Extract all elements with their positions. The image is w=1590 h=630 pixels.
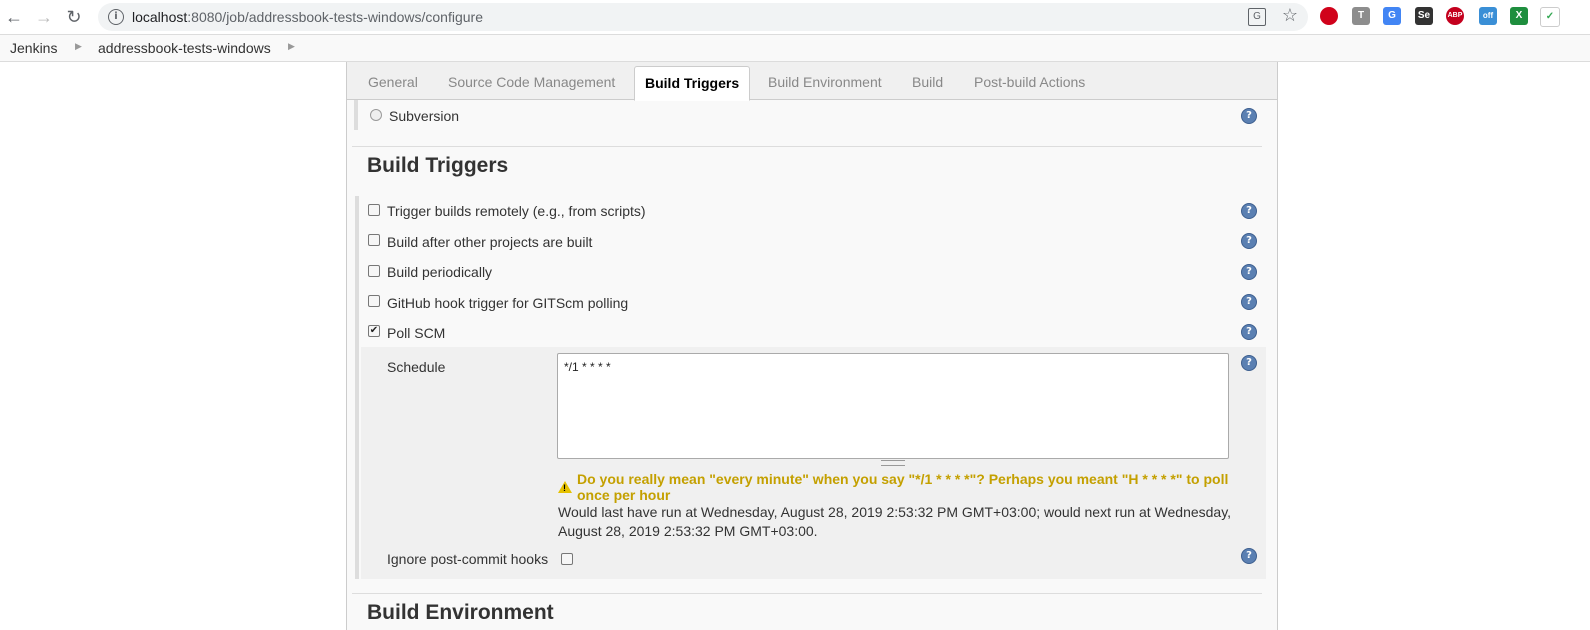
cron-warning-line2: once per hour (577, 487, 671, 503)
tab-build-triggers[interactable]: Build Triggers (634, 66, 751, 101)
section-indent-bar (355, 196, 359, 579)
subversion-label: Subversion (389, 108, 460, 124)
t-icon[interactable]: T (1352, 7, 1370, 25)
build-periodically-label: Build periodically (387, 264, 493, 280)
build-periodically-checkbox[interactable] (368, 265, 380, 277)
breadcrumb-separator-icon[interactable]: ▶ (288, 41, 295, 52)
excel-icon[interactable]: X (1510, 7, 1528, 25)
help-icon[interactable]: ? (1241, 548, 1257, 564)
trigger-remotely-checkbox[interactable] (368, 204, 380, 216)
selenium-icon[interactable]: Se (1415, 7, 1433, 25)
build-triggers-title: Build Triggers (367, 154, 509, 177)
url-host: localhost (132, 9, 188, 25)
section-divider (352, 593, 1262, 594)
opera-icon[interactable] (1320, 7, 1338, 25)
url-path: :8080/job/addressbook-tests-windows/conf… (187, 9, 483, 25)
poll-scm-label: Poll SCM (387, 325, 446, 341)
address-bar[interactable]: i localhost:8080/job/addressbook-tests-w… (98, 3, 1308, 31)
help-icon[interactable]: ? (1241, 355, 1257, 371)
config-panel: General Source Code Management Build Tri… (346, 62, 1278, 630)
help-icon[interactable]: ? (1241, 233, 1257, 249)
warning-icon: ! (558, 481, 572, 493)
build-after-other-label: Build after other projects are built (387, 234, 593, 250)
tab-general[interactable]: General (368, 74, 418, 90)
help-icon[interactable]: ? (1241, 324, 1257, 340)
tab-build[interactable]: Build (912, 74, 943, 90)
reload-icon[interactable]: ↻ (62, 5, 86, 29)
section-indent-bar (354, 100, 358, 130)
ignore-post-commit-label: Ignore post-commit hooks (387, 551, 549, 567)
schedule-input[interactable]: */1 * * * * (557, 353, 1229, 459)
tab-source-code-management[interactable]: Source Code Management (448, 74, 615, 90)
translate-icon[interactable]: G (1248, 8, 1266, 26)
help-icon[interactable]: ? (1241, 264, 1257, 280)
subversion-radio[interactable] (370, 109, 382, 121)
site-info-icon[interactable]: i (108, 9, 124, 25)
breadcrumb-separator-icon[interactable]: ▶ (75, 41, 82, 52)
abp-icon[interactable]: ABP (1446, 7, 1464, 25)
trigger-remotely-label: Trigger builds remotely (e.g., from scri… (387, 203, 646, 219)
tab-build-environment[interactable]: Build Environment (768, 74, 882, 90)
warning-icon-glyph: ! (563, 483, 566, 493)
breadcrumb-jenkins[interactable]: Jenkins (10, 40, 57, 56)
cron-warning: Do you really mean "every minute" when y… (577, 471, 1228, 503)
github-hook-checkbox[interactable] (368, 295, 380, 307)
build-after-other-checkbox[interactable] (368, 234, 380, 246)
schedule-info-line2: August 28, 2019 2:53:32 PM GMT+03:00. (558, 523, 818, 539)
textarea-resize-handle[interactable] (881, 460, 905, 466)
help-icon[interactable]: ? (1241, 108, 1257, 124)
ignore-post-commit-checkbox[interactable] (561, 553, 573, 565)
translate-ext-icon[interactable]: G (1383, 7, 1401, 25)
breadcrumb-job[interactable]: addressbook-tests-windows (98, 40, 271, 56)
section-divider (352, 146, 1262, 147)
forward-icon[interactable]: → (32, 5, 56, 29)
github-hook-label: GitHub hook trigger for GITScm polling (387, 295, 629, 311)
browser-toolbar: ← → ↻ i localhost:8080/job/addressbook-t… (0, 0, 1590, 35)
schedule-info-line1: Would last have run at Wednesday, August… (558, 504, 1232, 520)
check-icon[interactable]: ✓ (1540, 7, 1560, 27)
off-icon[interactable]: off (1479, 7, 1497, 25)
back-icon[interactable]: ← (2, 5, 26, 29)
help-icon[interactable]: ? (1241, 294, 1257, 310)
cron-warning-line1: Do you really mean "every minute" when y… (577, 471, 1229, 487)
url-text[interactable]: localhost:8080/job/addressbook-tests-win… (132, 9, 483, 25)
tab-post-build-actions[interactable]: Post-build Actions (974, 74, 1085, 90)
help-icon[interactable]: ? (1241, 203, 1257, 219)
breadcrumb: Jenkins ▶ addressbook-tests-windows ▶ (0, 35, 1590, 62)
poll-scm-checkbox[interactable]: ✔ (368, 325, 380, 337)
config-tabs: General Source Code Management Build Tri… (347, 62, 1277, 101)
bookmark-star-icon[interactable]: ☆ (1282, 5, 1298, 26)
schedule-label: Schedule (387, 359, 446, 375)
build-environment-title: Build Environment (367, 601, 554, 624)
schedule-info: Would last have run at Wednesday, August… (558, 503, 1231, 541)
